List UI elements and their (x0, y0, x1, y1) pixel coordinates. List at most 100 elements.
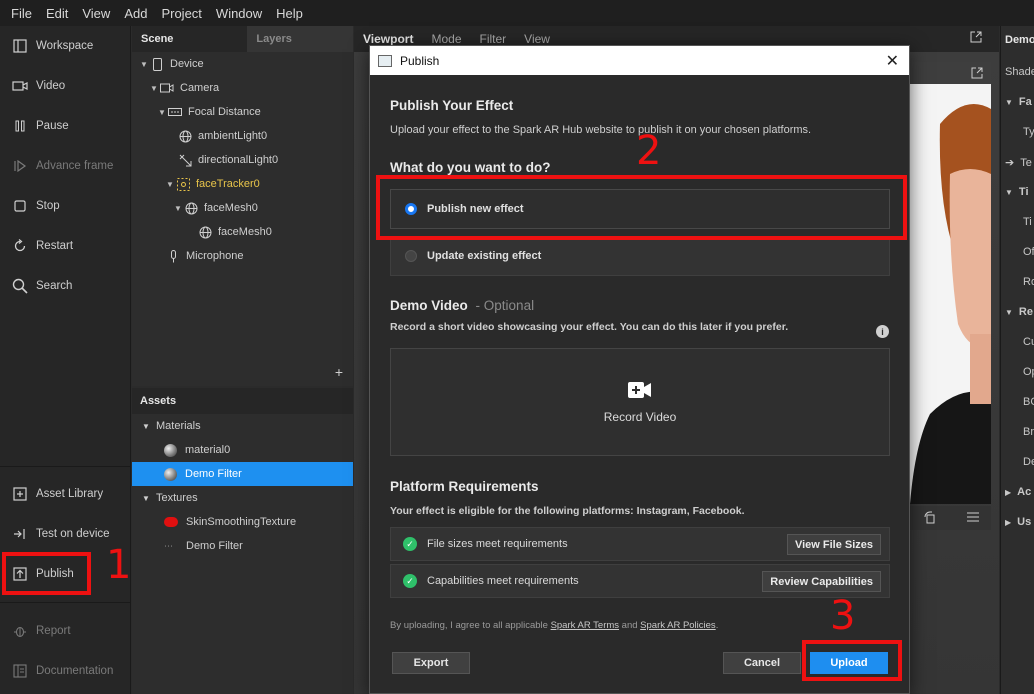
tree-label: Focal Distance (188, 106, 261, 118)
menu-window[interactable]: Window (209, 6, 269, 21)
popout-icon[interactable] (971, 67, 983, 82)
menu-file[interactable]: File (4, 6, 39, 21)
legal-and: and (621, 620, 638, 631)
tree-item-face-tracker[interactable]: ▼ faceTracker0 (166, 172, 260, 196)
menu-icon[interactable] (967, 512, 979, 525)
report-label: Report (36, 625, 71, 637)
menu-edit[interactable]: Edit (39, 6, 75, 21)
legal-text: By uploading, I agree to all applicable … (390, 620, 718, 631)
advance-frame-button[interactable]: Advance frame (0, 146, 131, 186)
tab-view[interactable]: View (515, 32, 559, 46)
asset-group-label: Materials (156, 420, 201, 432)
tree-item-ambient-light[interactable]: ambientLight0 (178, 124, 267, 148)
restart-button[interactable]: Restart (0, 226, 131, 266)
close-icon[interactable]: ✕ (886, 51, 899, 71)
stop-label: Stop (36, 200, 60, 212)
asset-demo-filter-texture[interactable]: ⋯ Demo Filter (132, 534, 353, 558)
review-capabilities-button[interactable]: Review Capabilities (762, 571, 881, 592)
tab-viewport[interactable]: Viewport (354, 32, 422, 46)
tab-filter[interactable]: Filter (471, 32, 516, 46)
annotation-number-1: 1 (106, 542, 132, 588)
inspector-row: Ti (1023, 216, 1032, 228)
demo-video-title: Demo Video (390, 298, 468, 313)
platform-heading: Platform Requirements (390, 479, 539, 494)
menu-help[interactable]: Help (269, 6, 310, 21)
inspector-section[interactable]: ▶ Ac (1005, 486, 1031, 498)
tree-item-microphone[interactable]: Microphone (166, 244, 243, 268)
person-preview-image (910, 84, 991, 504)
expand-arrow-icon[interactable]: ▼ (140, 60, 150, 69)
terms-link[interactable]: Spark AR Terms (551, 620, 619, 631)
asset-group-materials[interactable]: ▼ Materials (132, 414, 353, 438)
report-button[interactable]: Report (0, 611, 131, 651)
annotation-box-upload (802, 640, 902, 681)
expand-arrow-icon[interactable]: ▼ (150, 84, 160, 93)
scene-tabs: Scene Layers (132, 26, 353, 52)
tree-item-device[interactable]: ▼ Device (140, 52, 204, 76)
asset-skin-texture[interactable]: SkinSmoothingTexture (132, 510, 353, 534)
restart-icon (12, 238, 28, 254)
check-icon: ✓ (403, 537, 417, 551)
workspace-button[interactable]: Workspace (0, 26, 131, 66)
tab-mode[interactable]: Mode (422, 32, 470, 46)
documentation-button[interactable]: Documentation (0, 651, 131, 691)
view-file-sizes-button[interactable]: View File Sizes (786, 534, 881, 555)
radio-unselected-icon[interactable] (405, 250, 417, 262)
restart-label: Restart (36, 240, 74, 252)
search-button[interactable]: Search (0, 266, 131, 306)
record-video-icon (628, 381, 652, 402)
export-button[interactable]: Export (392, 652, 470, 674)
annotation-box-option (376, 175, 907, 240)
requirement-label: Capabilities meet requirements (427, 575, 579, 587)
scene-panel: Scene Layers ▼ Device ▼ Camera ▼ Focal D… (132, 26, 353, 386)
info-icon[interactable]: i (876, 325, 889, 338)
inspector-section[interactable]: ▶ Us (1005, 516, 1031, 528)
tree-item-face-mesh-child[interactable]: faceMesh0 (198, 220, 272, 244)
asset-group-textures[interactable]: ▼ Textures (132, 486, 353, 510)
inspector-section[interactable]: ▼ Ti (1005, 186, 1029, 198)
requirement-label: File sizes meet requirements (427, 538, 568, 550)
menu-add[interactable]: Add (117, 6, 154, 21)
tab-scene[interactable]: Scene (132, 26, 182, 52)
asset-material0[interactable]: material0 (132, 438, 353, 462)
menu-view[interactable]: View (75, 6, 117, 21)
asset-label: Demo Filter (185, 468, 242, 480)
video-button[interactable]: Video (0, 66, 131, 106)
legal-suffix: . (715, 620, 719, 631)
expand-arrow-icon[interactable]: ▼ (158, 108, 168, 117)
tree-item-directional-light[interactable]: directionalLight0 (178, 148, 278, 172)
record-video-label: Record Video (603, 409, 677, 424)
camera-preview[interactable] (910, 84, 991, 504)
stop-button[interactable]: Stop (0, 186, 131, 226)
menu-project[interactable]: Project (154, 6, 208, 21)
popout-icon[interactable] (961, 31, 991, 46)
record-video-button[interactable]: Record Video (390, 348, 890, 456)
asset-demo-filter[interactable]: Demo Filter (132, 462, 353, 486)
option-update-existing[interactable]: Update existing effect (390, 236, 890, 276)
toolbar-divider (0, 466, 131, 467)
expand-arrow-icon[interactable]: ▼ (174, 204, 184, 213)
expand-arrow-icon[interactable]: ▼ (142, 422, 156, 431)
expand-arrow-icon[interactable]: ▼ (142, 494, 156, 503)
pause-button[interactable]: Pause (0, 106, 131, 146)
search-icon (12, 278, 28, 294)
policies-link[interactable]: Spark AR Policies (640, 620, 716, 631)
inspector-title: Demo (1005, 34, 1034, 46)
camera-icon (160, 81, 174, 95)
tree-item-face-mesh[interactable]: ▼ faceMesh0 (174, 196, 258, 220)
inspector-section[interactable]: ▼ Re (1005, 306, 1033, 318)
search-label: Search (36, 280, 73, 292)
inspector-section[interactable]: ▼ Fa (1005, 96, 1032, 108)
tree-item-camera[interactable]: ▼ Camera (150, 76, 219, 100)
texture-placeholder-icon: ⋯ (164, 540, 173, 551)
rotate-camera-icon[interactable] (924, 511, 936, 527)
test-on-device-icon (12, 526, 28, 542)
tab-layers[interactable]: Layers (247, 26, 353, 52)
inspector-row: Ro (1023, 276, 1034, 288)
cancel-button[interactable]: Cancel (723, 652, 801, 674)
expand-arrow-icon[interactable]: ▼ (166, 180, 176, 189)
add-object-button[interactable]: + (335, 364, 343, 380)
assets-panel: Assets ▼ Materials material0 Demo Filter… (132, 388, 353, 694)
tree-item-focal-distance[interactable]: ▼ Focal Distance (158, 100, 261, 124)
asset-library-button[interactable]: Asset Library (0, 474, 131, 514)
